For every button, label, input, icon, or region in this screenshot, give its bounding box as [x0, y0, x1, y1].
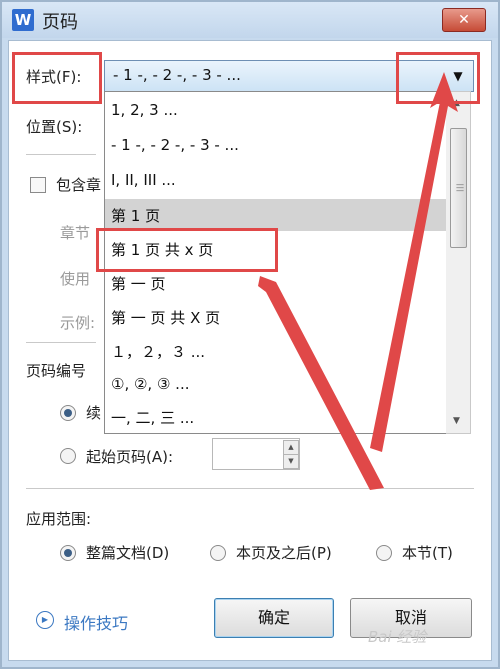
dropdown-option[interactable]: ①, ②, ③ ...: [105, 369, 447, 401]
dropdown-option[interactable]: - 1 -, - 2 -, - 3 - ...: [105, 130, 447, 162]
apply-this-page-onward-radio[interactable]: [210, 545, 226, 561]
dropdown-option[interactable]: 一, 二, 三 ...: [105, 401, 447, 433]
annotation-box-page-of-total: [96, 228, 278, 272]
wps-app-icon: W: [12, 9, 34, 31]
numbering-header: 页码编号: [26, 362, 87, 380]
use-label: 使用: [60, 270, 91, 288]
divider: [26, 154, 96, 155]
spin-up-icon[interactable]: ▲: [283, 440, 299, 455]
chapter-label: 章节: [60, 224, 91, 242]
apply-header: 应用范围:: [26, 510, 92, 528]
play-circle-icon[interactable]: ▶: [36, 611, 54, 629]
dropdown-option[interactable]: １，２，３ ...: [105, 335, 447, 367]
continue-numbering-label: 续: [86, 404, 102, 422]
dropdown-option[interactable]: 第 一 页 共 X 页: [105, 301, 447, 333]
start-page-input[interactable]: ▲ ▼: [212, 438, 300, 470]
dialog-title: 页码: [42, 12, 78, 33]
position-label: 位置(S):: [26, 118, 83, 136]
style-selected-value: - 1 -, - 2 -, - 3 - ...: [113, 66, 241, 84]
dropdown-option[interactable]: I, II, III ...: [105, 165, 447, 197]
apply-whole-document-radio[interactable]: [60, 545, 76, 561]
apply-this-page-onward-label: 本页及之后(P): [236, 544, 332, 562]
include-chapter-label: 包含章: [56, 176, 102, 194]
close-button[interactable]: ✕: [442, 8, 486, 32]
start-page-radio[interactable]: [60, 448, 76, 464]
apply-whole-document-label: 整篇文档(D): [86, 544, 170, 562]
watermark-text: Bai 经验: [368, 628, 427, 646]
divider: [26, 342, 96, 343]
annotation-box-dropdown-arrow: [396, 52, 480, 104]
apply-this-section-label: 本节(T): [402, 544, 453, 562]
example-label: 示例:: [60, 314, 96, 332]
include-chapter-checkbox[interactable]: [30, 177, 46, 193]
apply-this-section-radio[interactable]: [376, 545, 392, 561]
title-bar: W 页码 ✕: [2, 2, 498, 38]
scroll-down-icon[interactable]: ▼: [453, 416, 460, 426]
dropdown-scrollbar[interactable]: ▲ — — — ▼: [446, 91, 471, 434]
annotation-box-style-label: [12, 52, 102, 104]
spin-down-icon[interactable]: ▼: [283, 454, 299, 469]
ok-button[interactable]: 确定: [214, 598, 334, 638]
divider: [26, 488, 474, 489]
start-page-label: 起始页码(A):: [86, 448, 174, 466]
scrollbar-thumb[interactable]: — — —: [450, 128, 467, 248]
continue-numbering-radio[interactable]: [60, 405, 76, 421]
dropdown-option-highlighted[interactable]: 第 1 页: [105, 199, 447, 231]
tips-link[interactable]: 操作技巧: [64, 610, 128, 634]
